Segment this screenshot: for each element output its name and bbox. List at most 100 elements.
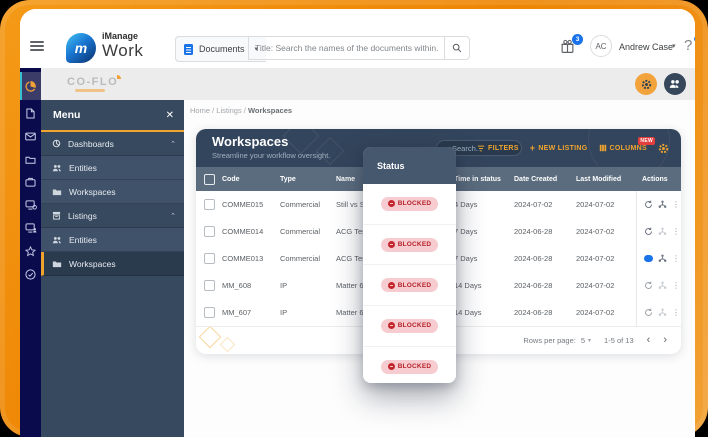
settings-fab[interactable] bbox=[635, 73, 657, 95]
users-icon bbox=[52, 236, 62, 244]
sync-active-icon[interactable] bbox=[644, 255, 653, 262]
cell-type: Commercial bbox=[280, 218, 334, 245]
star-icon bbox=[25, 246, 36, 257]
menu-item-dashboards[interactable]: Dashboards ⌃ bbox=[41, 132, 184, 156]
status-cell: BLOCKED bbox=[363, 265, 456, 306]
status-badge: BLOCKED bbox=[381, 238, 439, 252]
rail-item-documents[interactable] bbox=[20, 105, 41, 121]
refresh-icon[interactable] bbox=[644, 281, 653, 290]
col-header-type[interactable]: Type bbox=[280, 167, 334, 191]
brand-top: iManage bbox=[102, 32, 143, 41]
breadcrumb-listings[interactable]: Listings bbox=[216, 106, 241, 115]
refresh-icon[interactable] bbox=[644, 227, 653, 236]
cell-modified: 2024-07-02 bbox=[576, 245, 638, 272]
status-cell: BLOCKED bbox=[363, 225, 456, 266]
rail-item-folders[interactable] bbox=[20, 151, 41, 167]
col-header-time-in-status[interactable]: Time in status bbox=[454, 167, 512, 191]
more-icon[interactable]: ⋮ bbox=[672, 308, 680, 317]
chevron-up-icon: ⌃ bbox=[170, 212, 176, 220]
new-listing-button[interactable]: + NEW LISTING bbox=[530, 143, 588, 153]
breadcrumb: Home / Listings / Workspaces bbox=[190, 106, 292, 115]
status-cell: BLOCKED bbox=[363, 184, 456, 225]
pie-chart-icon bbox=[25, 81, 36, 92]
menu-item-dashboards-entities[interactable]: Entities bbox=[41, 156, 184, 180]
users-icon bbox=[669, 79, 681, 89]
more-icon[interactable]: ⋮ bbox=[672, 254, 680, 263]
panel-settings-button[interactable] bbox=[658, 143, 669, 154]
rows-per-page-select[interactable]: 5 ▾ bbox=[581, 336, 591, 345]
row-checkbox[interactable] bbox=[204, 253, 215, 264]
hierarchy-icon[interactable] bbox=[658, 200, 667, 209]
rail-item-user-admin[interactable] bbox=[20, 220, 41, 236]
imanage-logo: m bbox=[66, 33, 96, 63]
rows-per-page-label: Rows per page: bbox=[523, 336, 576, 345]
blocked-icon bbox=[388, 241, 395, 248]
filters-label: FILTERS bbox=[488, 145, 519, 152]
menu-panel: Menu ✕ Dashboards ⌃ Entities Workspaces … bbox=[41, 100, 184, 437]
cell-time: 14 Days bbox=[454, 272, 512, 299]
rail-item-admin[interactable] bbox=[20, 197, 41, 213]
app-window: m iManage Work Documents ▾ 3 AC An bbox=[20, 9, 695, 437]
col-header-last-modified[interactable]: Last Modified bbox=[576, 167, 638, 191]
help-button[interactable]: ? bbox=[684, 37, 692, 54]
chevron-up-icon: ⌃ bbox=[170, 140, 176, 148]
search-button[interactable] bbox=[444, 36, 470, 60]
hierarchy-icon[interactable] bbox=[658, 254, 667, 263]
menu-item-listings[interactable]: Listings ⌃ bbox=[41, 204, 184, 228]
panel-actions: FILTERS + NEW LISTING COLUMNS NEW bbox=[477, 129, 669, 167]
col-header-code[interactable]: Code bbox=[222, 167, 278, 191]
cell-type: Commercial bbox=[280, 245, 334, 272]
blocked-icon bbox=[388, 322, 395, 329]
status-column-drag-preview[interactable]: Status BLOCKED BLOCKED BLOCKED BLOCKED B… bbox=[363, 147, 456, 383]
rail-item-matters[interactable] bbox=[20, 174, 41, 190]
row-checkbox[interactable] bbox=[204, 280, 215, 291]
row-checkbox[interactable] bbox=[204, 307, 215, 318]
coflo-tagline bbox=[75, 89, 105, 92]
avatar[interactable]: AC bbox=[590, 35, 612, 57]
cell-modified: 2024-07-02 bbox=[576, 299, 638, 326]
row-checkbox[interactable] bbox=[204, 226, 215, 237]
gear-icon bbox=[641, 79, 652, 90]
status-column-header[interactable]: Status bbox=[363, 147, 456, 184]
user-name: Andrew Case bbox=[619, 42, 673, 52]
breadcrumb-home[interactable]: Home bbox=[190, 106, 210, 115]
rail-item-approvals[interactable] bbox=[20, 266, 41, 282]
status-label: BLOCKED bbox=[398, 322, 432, 329]
more-icon[interactable]: ⋮ bbox=[672, 200, 680, 209]
status-badge: BLOCKED bbox=[381, 278, 439, 292]
users-fab[interactable] bbox=[664, 73, 686, 95]
menu-item-dashboards-workspaces[interactable]: Workspaces bbox=[41, 180, 184, 204]
menu-item-listings-workspaces[interactable]: Workspaces bbox=[41, 252, 184, 276]
global-search bbox=[248, 36, 444, 60]
hierarchy-icon[interactable] bbox=[658, 281, 667, 290]
columns-button[interactable]: COLUMNS NEW bbox=[599, 144, 648, 152]
close-icon[interactable]: ✕ bbox=[166, 110, 174, 121]
refresh-icon[interactable] bbox=[644, 308, 653, 317]
menu-item-label: Entities bbox=[69, 163, 97, 173]
hierarchy-icon[interactable] bbox=[658, 308, 667, 317]
rail-item-favorites[interactable] bbox=[20, 243, 41, 259]
next-page-button[interactable]: › bbox=[663, 335, 667, 346]
cell-created: 2024-06-28 bbox=[514, 272, 574, 299]
rail-item-mail[interactable] bbox=[20, 128, 41, 144]
status-label: BLOCKED bbox=[398, 241, 432, 248]
menu-item-listings-entities[interactable]: Entities bbox=[41, 228, 184, 252]
hamburger-menu-icon[interactable] bbox=[30, 41, 44, 51]
global-search-input[interactable] bbox=[249, 37, 444, 59]
more-icon[interactable]: ⋮ bbox=[672, 281, 680, 290]
cell-modified: 2024-07-02 bbox=[576, 218, 638, 245]
filters-button[interactable]: FILTERS bbox=[477, 145, 519, 152]
columns-icon bbox=[599, 144, 607, 152]
col-header-date-created[interactable]: Date Created bbox=[514, 167, 574, 191]
cell-time: 14 Days bbox=[454, 299, 512, 326]
coflo-logo-text: CO-FLO bbox=[67, 76, 118, 88]
cell-time: 7 Days bbox=[454, 245, 512, 272]
select-all-checkbox[interactable] bbox=[204, 174, 215, 185]
refresh-icon[interactable] bbox=[644, 200, 653, 209]
rail-item-dashboards[interactable] bbox=[20, 72, 41, 100]
hierarchy-icon[interactable] bbox=[658, 227, 667, 236]
more-icon[interactable]: ⋮ bbox=[672, 227, 680, 236]
row-checkbox[interactable] bbox=[204, 199, 215, 210]
prev-page-button[interactable]: ‹ bbox=[647, 335, 651, 346]
user-menu-caret-icon[interactable]: ▾ bbox=[672, 42, 676, 50]
